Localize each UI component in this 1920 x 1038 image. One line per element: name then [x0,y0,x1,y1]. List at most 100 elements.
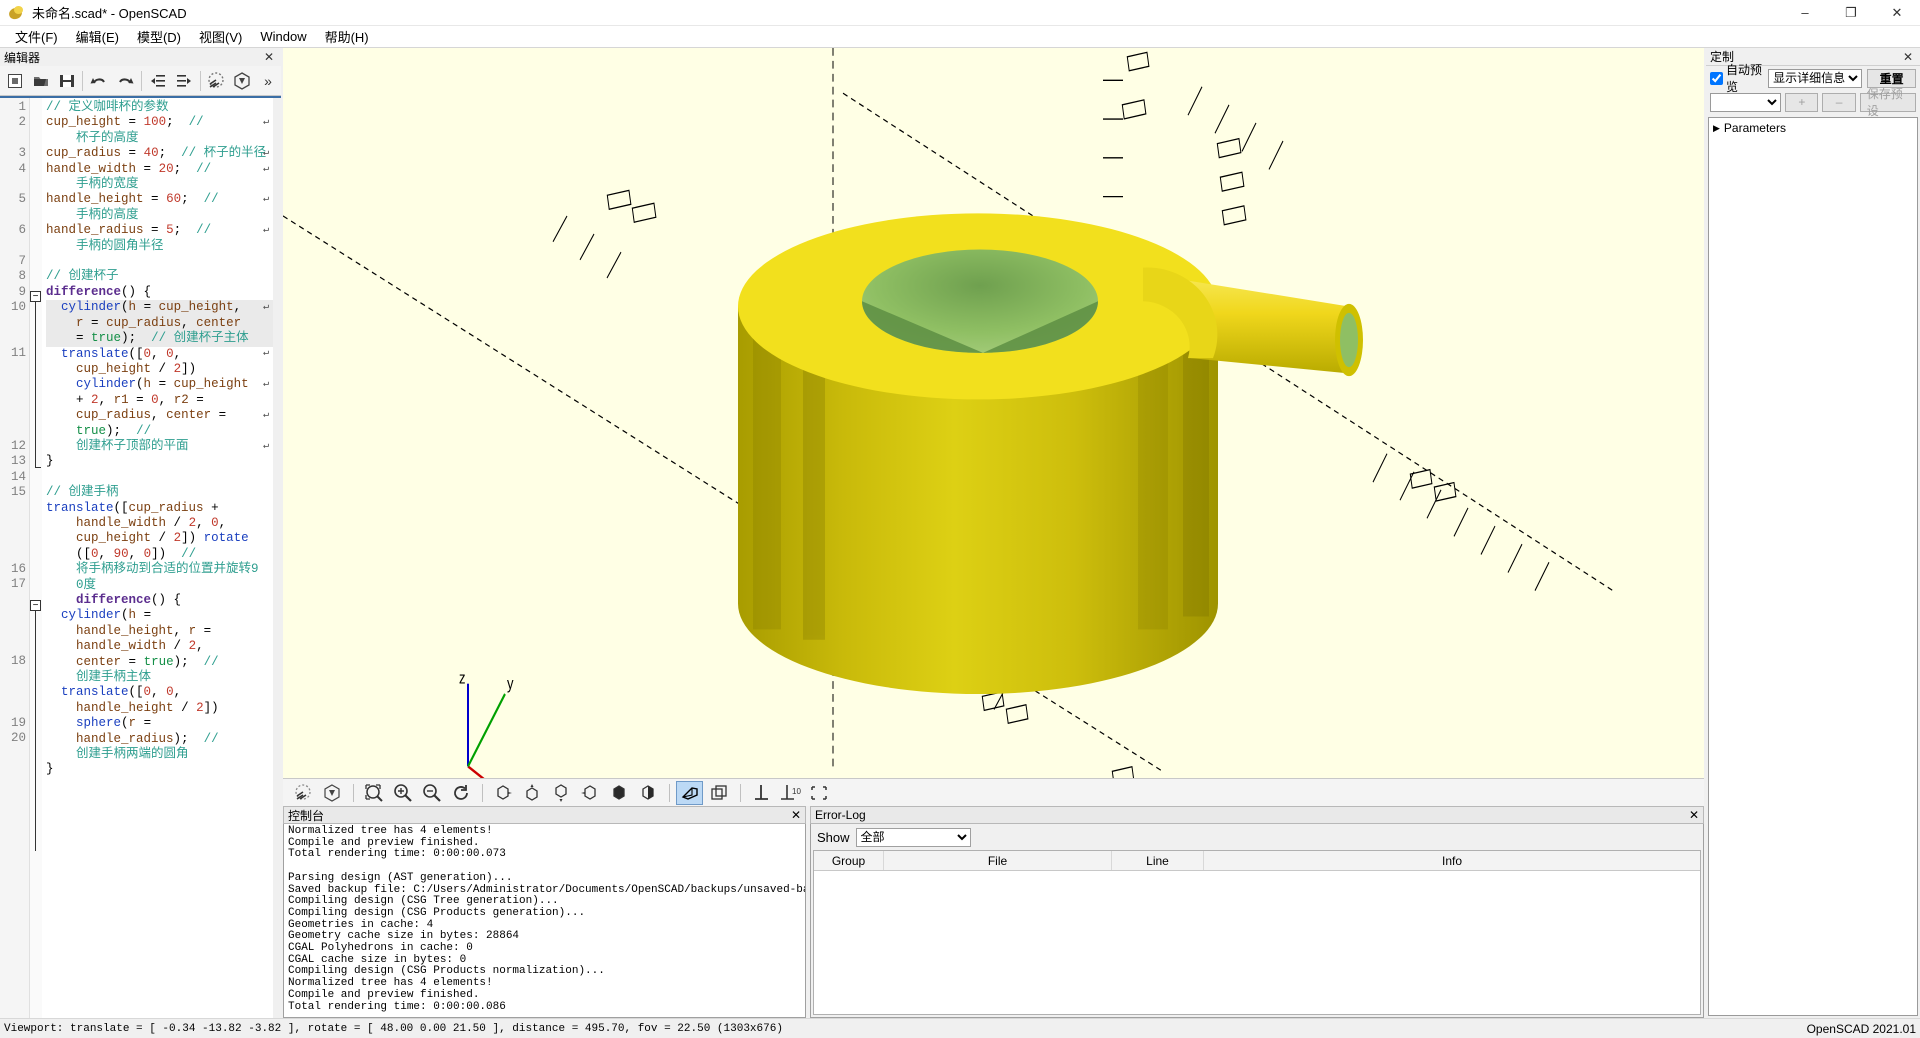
axis-label-y: y [507,674,514,693]
console-dock: 控制台 ✕ Normalized tree has 4 elements! Co… [283,806,806,1018]
opengl-viewport[interactable]: z y x [283,48,1704,778]
chevron-right-icon[interactable]: ▶ [1713,123,1720,134]
console-close-icon[interactable]: ✕ [791,808,801,822]
undo-icon[interactable] [86,68,112,94]
perspective-icon[interactable] [676,780,703,805]
detail-select[interactable]: 显示详细信息 [1768,68,1863,88]
menu-design[interactable]: 模型(D) [128,25,190,48]
axis-label-z: z [459,669,465,688]
version-label: OpenSCAD 2021.01 [1806,1021,1916,1036]
view-top-icon[interactable] [518,781,545,805]
menu-bar: 文件(F) 编辑(E) 模型(D) 视图(V) Window 帮助(H) [0,26,1920,48]
zoom-out-icon[interactable] [418,781,445,805]
maximize-button[interactable]: ❐ [1828,0,1874,26]
console-title: 控制台 [288,808,325,823]
editor-close-icon[interactable]: ✕ [261,50,277,64]
errorlog-col-group[interactable]: Group [814,851,884,870]
open-file-icon[interactable] [28,68,54,94]
editor-body[interactable]: 1 2 3 4 5 6 7 8 9 10 11 12 13 14 15 16 1… [0,96,281,1018]
view-left-icon[interactable] [576,781,603,805]
view-front-icon[interactable] [605,781,632,805]
minimize-button[interactable]: – [1782,0,1828,26]
fold-marker-9[interactable]: − [30,291,41,302]
zoom-all-icon[interactable] [360,781,387,805]
redo-icon[interactable] [112,68,138,94]
customizer-dock: 定制 ✕ 自动预览 显示详细信息 重置 + – 保存预设 ▶ Parameter… [1706,48,1920,1018]
console-header: 控制台 ✕ [283,806,806,824]
viewport-status-text: Viewport: translate = [ -0.34 -13.82 -3.… [4,1022,783,1035]
view-bottom-icon[interactable] [547,781,574,805]
render-icon[interactable] [229,68,255,94]
parameters-group-node[interactable]: ▶ Parameters [1709,118,1917,138]
orthogonal-icon[interactable] [705,781,732,805]
fold-marker-16[interactable]: − [30,600,41,611]
add-preset-button[interactable]: + [1785,92,1819,112]
errorlog-header: Error-Log ✕ [810,806,1704,824]
parameters-tree[interactable]: ▶ Parameters [1708,117,1918,1016]
errorlog-filter-select[interactable]: 全部 [855,827,971,847]
toolbar-separator [82,70,84,91]
editor-fold-column[interactable]: − − [30,98,42,1018]
editor-toolbar: » [0,66,281,96]
toolbar-separator [199,70,201,91]
menu-view[interactable]: 视图(V) [190,25,251,48]
render-icon[interactable] [318,781,345,805]
zoom-in-icon[interactable] [389,781,416,805]
preview-icon[interactable] [204,68,230,94]
toolbar-separator [353,783,354,802]
openscad-logo-icon [7,4,26,22]
indent-icon[interactable] [171,68,197,94]
menu-edit[interactable]: 编辑(E) [67,25,128,48]
bottom-docks: 控制台 ✕ Normalized tree has 4 elements! Co… [283,806,1704,1018]
preset-select[interactable] [1710,92,1782,112]
parameters-group-label: Parameters [1723,121,1786,135]
errorlog-filter-row: Show 全部 [811,824,1703,850]
toolbar-separator [669,783,670,802]
window-title: 未命名.scad* - OpenSCAD [32,6,187,21]
editor-dock: 编辑器 ✕ » 1 2 3 4 5 6 7 8 9 10 11 12 13 14… [0,48,281,1018]
reset-view-icon[interactable] [447,781,474,805]
scene-render: z y x [283,48,1614,778]
errorlog-body: Show 全部 Group File Line Info [810,824,1704,1018]
errorlog-col-info[interactable]: Info [1204,851,1700,870]
menu-help[interactable]: 帮助(H) [316,25,378,48]
menu-window[interactable]: Window [251,27,315,46]
editor-dock-title: 编辑器 ✕ [0,48,281,66]
errorlog-col-file[interactable]: File [884,851,1112,870]
remove-preset-button[interactable]: – [1822,92,1856,112]
new-file-icon[interactable] [2,68,28,94]
show-scale-icon[interactable]: 10 [776,781,803,805]
svg-text:10: 10 [792,787,801,796]
auto-preview-input[interactable] [1710,71,1723,85]
errorlog-show-label: Show [817,829,850,845]
view-right-icon[interactable] [489,781,516,805]
errorlog-close-icon[interactable]: ✕ [1689,808,1699,822]
editor-wrap-markers: ↵ ↵ ↵ ↵ ↵ ↵ ↵ ↵ ↵ ↵ [262,117,270,452]
show-edges-icon[interactable] [805,781,832,805]
show-axes-icon[interactable] [747,781,774,805]
editor-overflow-icon[interactable]: » [255,68,281,94]
menu-file[interactable]: 文件(F) [6,25,67,48]
toolbar-separator [740,783,741,802]
editor-code[interactable]: // 定义咖啡杯的参数 cup_height = 100; // 杯子的高度 cup… [42,98,281,1018]
customizer-close-icon[interactable]: ✕ [1900,50,1916,64]
editor-dock-label: 编辑器 [4,50,41,65]
fold-guide-9-end [35,467,41,468]
fold-guide-16 [35,611,36,851]
save-preset-button[interactable]: 保存预设 [1859,87,1917,118]
preview-icon[interactable] [289,781,316,805]
errorlog-col-line[interactable]: Line [1112,851,1204,870]
status-bar: Viewport: translate = [ -0.34 -13.82 -3.… [0,1018,1920,1038]
editor-line-numbers: 1 2 3 4 5 6 7 8 9 10 11 12 13 14 15 16 1… [0,98,30,1018]
customizer-controls-row-2: + – 保存预设 [1706,87,1920,118]
save-file-icon[interactable] [54,68,80,94]
editor-scrollbar[interactable] [273,98,281,1018]
viewport-area: z y x [283,48,1704,1018]
close-button[interactable]: ✕ [1874,0,1920,26]
console-output[interactable]: Normalized tree has 4 elements! Compile … [283,824,806,1018]
view-back-icon[interactable] [634,781,661,805]
toolbar-separator [141,70,142,91]
errorlog-dock: Error-Log ✕ Show 全部 Group File Line Info [810,806,1704,1018]
unindent-icon[interactable] [145,68,171,94]
errorlog-table-header: Group File Line Info [814,851,1700,871]
